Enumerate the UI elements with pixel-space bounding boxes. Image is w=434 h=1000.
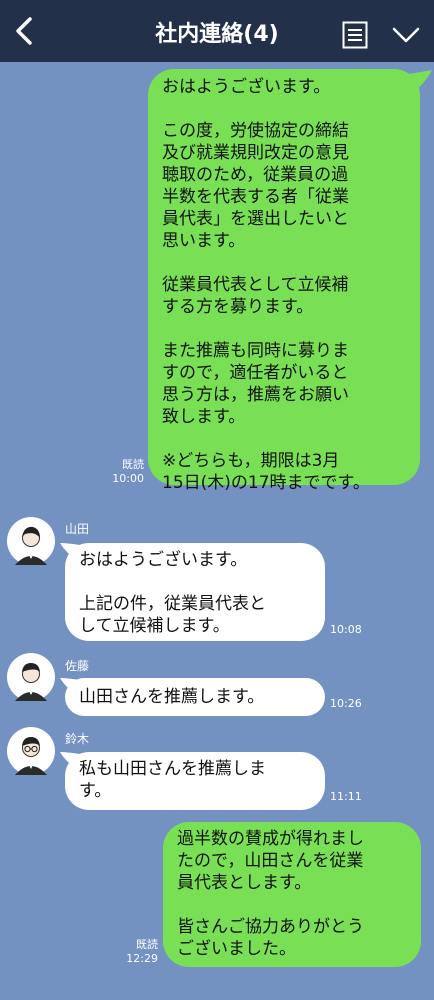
- chat-title: 社内連絡(4): [155, 22, 279, 47]
- read-receipt: 既読 10:00: [100, 458, 144, 486]
- message-time: 10:08: [330, 623, 362, 636]
- message-bubble-sent[interactable]: おはようございます。 この度，労使協定の締結 及び就業規則改定の意見 聴取のため…: [148, 69, 420, 493]
- avatar-man-glasses-icon[interactable]: [7, 727, 55, 775]
- read-receipt: 既読 12:29: [114, 938, 158, 966]
- chevron-left-icon[interactable]: [8, 13, 42, 49]
- message-time: 12:29: [126, 952, 158, 965]
- chevron-down-icon[interactable]: [391, 24, 421, 46]
- message-bubble-received[interactable]: おはようございます。 上記の件，従業員代表と して立候補します。: [65, 543, 325, 641]
- sender-name: 山田: [65, 522, 90, 536]
- message-time: 10:26: [330, 697, 362, 710]
- read-label: 既読: [122, 458, 144, 471]
- chat-header: 社内連絡(4): [0, 0, 434, 62]
- avatar-man-icon[interactable]: [7, 653, 55, 701]
- message-time: 11:11: [330, 790, 362, 803]
- message-bubble-sent[interactable]: 過半数の賛成が得れまし たので，山田さんを従業 員代表とします。 皆さんご協力あ…: [163, 822, 421, 967]
- avatar-woman-icon[interactable]: [7, 517, 55, 565]
- read-label: 既読: [136, 938, 158, 951]
- message-bubble-received[interactable]: 私も山田さんを推薦しま す。: [65, 752, 325, 810]
- message-time: 10:00: [112, 472, 144, 485]
- sender-name: 鈴木: [65, 732, 90, 746]
- message-bubble-received[interactable]: 山田さんを推薦します。: [65, 678, 325, 716]
- sender-name: 佐藤: [65, 659, 90, 673]
- document-list-icon[interactable]: [342, 21, 368, 49]
